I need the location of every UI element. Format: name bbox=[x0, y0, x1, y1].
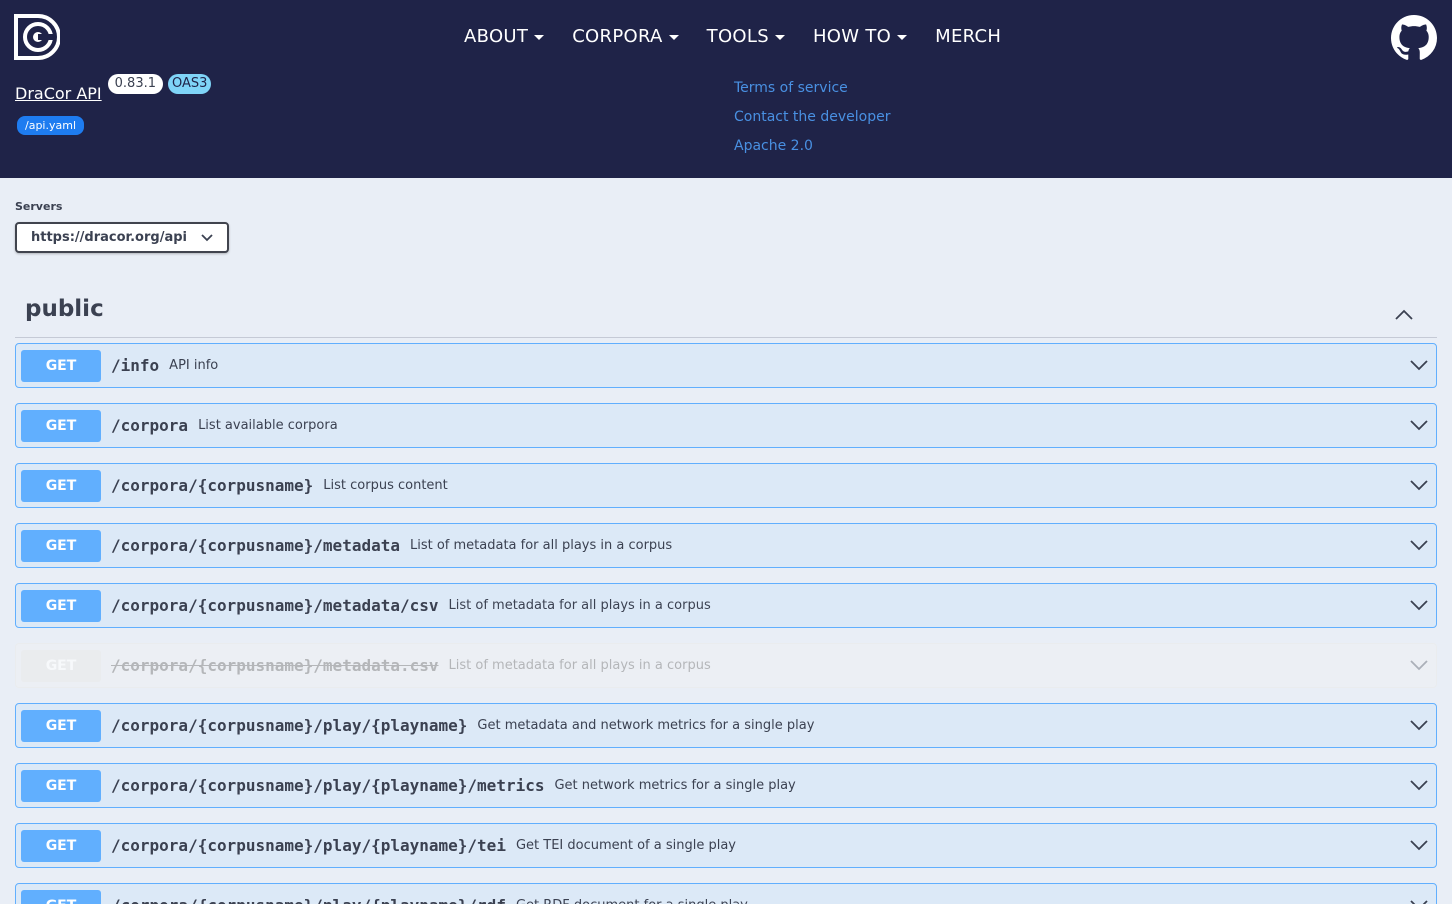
chevron-down-icon[interactable] bbox=[1410, 538, 1428, 552]
caret-down-icon bbox=[774, 34, 785, 40]
nav-item-corpora[interactable]: CORPORA bbox=[572, 24, 679, 48]
chevron-down-icon[interactable] bbox=[1410, 838, 1428, 852]
main-nav: ABOUT CORPORA TOOLS HOW TO MERCH bbox=[464, 24, 1001, 48]
operations-list: GET/info API info GET/corpora List availabl… bbox=[15, 343, 1437, 904]
caret-down-icon bbox=[897, 34, 908, 40]
github-icon[interactable] bbox=[1391, 15, 1437, 61]
operation-summary: List of metadata for all plays in a corp… bbox=[409, 538, 673, 553]
nav-label: ABOUT bbox=[464, 25, 529, 47]
dracor-logo-icon[interactable] bbox=[14, 14, 60, 60]
chevron-down-icon[interactable] bbox=[1410, 358, 1428, 372]
nav-label: MERCH bbox=[935, 25, 1002, 47]
operation-summary: Get network metrics for a single play bbox=[554, 778, 796, 793]
caret-down-icon bbox=[534, 34, 545, 40]
terms-of-service-link[interactable]: Terms of service bbox=[734, 79, 890, 98]
operation-path: /corpora/{corpusname}/play/{playname} bbox=[111, 716, 468, 735]
operation-row[interactable]: GET/corpora/{corpusname}/metadata/csv Lis… bbox=[15, 583, 1437, 628]
operation-row[interactable]: GET/corpora/{corpusname}/metadata.csv Lis… bbox=[15, 643, 1437, 688]
operation-summary: List of metadata for all plays in a corp… bbox=[448, 598, 711, 613]
nav-label: HOW TO bbox=[812, 25, 892, 47]
operation-row[interactable]: GET/corpora List available corpora bbox=[15, 403, 1437, 448]
operation-summary: List corpus content bbox=[323, 478, 448, 493]
license-link[interactable]: Apache 2.0 bbox=[734, 137, 890, 156]
operation-path: /corpora/{corpusname}/play/{playname}/te… bbox=[111, 836, 506, 855]
nav-item-about[interactable]: ABOUT bbox=[464, 24, 545, 48]
top-bar: ABOUT CORPORA TOOLS HOW TO MERCH DraCor … bbox=[0, 0, 1452, 178]
chevron-down-icon[interactable] bbox=[1410, 778, 1428, 792]
servers-select[interactable]: https://dracor.org/api bbox=[15, 222, 229, 253]
chevron-down-icon[interactable] bbox=[1410, 658, 1428, 672]
api-title-row: DraCor API 0.83.1 OAS3 bbox=[15, 74, 212, 103]
operation-path: /corpora/{corpusname}/metadata.csv bbox=[111, 656, 439, 675]
operation-summary: List available corpora bbox=[198, 418, 338, 433]
chevron-down-icon[interactable] bbox=[1410, 718, 1428, 732]
nav-item-merch[interactable]: MERCH bbox=[935, 24, 1001, 48]
operation-summary: Get RDF document for a single play bbox=[516, 898, 748, 904]
spec-url-link[interactable]: /api.yaml bbox=[17, 116, 85, 135]
operation-summary: Get metadata and network metrics for a s… bbox=[477, 718, 815, 733]
operation-summary: List of metadata for all plays in a corp… bbox=[448, 658, 711, 673]
method-badge: GET bbox=[21, 529, 101, 562]
info-links: Terms of service Contact the developer A… bbox=[734, 79, 890, 156]
chevron-down-icon[interactable] bbox=[1410, 598, 1428, 612]
method-badge: GET bbox=[21, 889, 101, 904]
nav-label: CORPORA bbox=[572, 25, 663, 47]
operation-path: /corpora/{corpusname}/metadata bbox=[111, 536, 400, 555]
oas-badge: OAS3 bbox=[168, 74, 212, 94]
method-badge: GET bbox=[21, 769, 101, 802]
operation-row[interactable]: GET/corpora/{corpusname}/play/{playname}… bbox=[15, 823, 1437, 868]
operation-summary: Get TEI document of a single play bbox=[515, 838, 737, 853]
section-header-public[interactable]: public bbox=[15, 290, 1437, 338]
method-badge: GET bbox=[21, 829, 101, 862]
chevron-down-icon[interactable] bbox=[1410, 418, 1428, 432]
chevron-down-icon bbox=[201, 233, 213, 241]
method-badge: GET bbox=[21, 709, 101, 742]
nav-item-howto[interactable]: HOW TO bbox=[812, 24, 908, 48]
operation-path: /corpora bbox=[111, 416, 189, 435]
section-title: public bbox=[25, 296, 104, 322]
caret-down-icon bbox=[668, 34, 679, 40]
operation-row[interactable]: GET/corpora/{corpusname}/play/{playname}… bbox=[15, 703, 1437, 748]
operation-row[interactable]: GET/corpora/{corpusname}/play/{playname}… bbox=[15, 883, 1437, 904]
operation-path: /info bbox=[111, 356, 160, 375]
method-badge: GET bbox=[21, 469, 101, 502]
chevron-down-icon[interactable] bbox=[1410, 898, 1428, 904]
contact-developer-link[interactable]: Contact the developer bbox=[734, 108, 890, 127]
method-badge: GET bbox=[21, 649, 101, 682]
operation-path: /corpora/{corpusname}/metadata/csv bbox=[111, 596, 439, 615]
method-badge: GET bbox=[21, 409, 101, 442]
servers-selected-value: https://dracor.org/api bbox=[31, 230, 187, 245]
operation-summary: API info bbox=[169, 358, 219, 373]
method-badge: GET bbox=[21, 589, 101, 622]
operation-row[interactable]: GET/info API info bbox=[15, 343, 1437, 388]
chevron-down-icon[interactable] bbox=[1410, 478, 1428, 492]
servers-label: Servers bbox=[15, 200, 63, 213]
method-badge: GET bbox=[21, 349, 101, 382]
operation-path: /corpora/{corpusname} bbox=[111, 476, 314, 495]
api-title-link[interactable]: DraCor API bbox=[15, 84, 102, 103]
nav-label: TOOLS bbox=[706, 25, 769, 47]
chevron-up-icon[interactable] bbox=[1395, 308, 1413, 322]
operation-row[interactable]: GET/corpora/{corpusname} List corpus cont… bbox=[15, 463, 1437, 508]
version-badge: 0.83.1 bbox=[107, 74, 163, 94]
operation-row[interactable]: GET/corpora/{corpusname}/metadata List of… bbox=[15, 523, 1437, 568]
operation-path: /corpora/{corpusname}/play/{playname}/me… bbox=[111, 776, 545, 795]
operation-row[interactable]: GET/corpora/{corpusname}/play/{playname}… bbox=[15, 763, 1437, 808]
operation-path: /corpora/{corpusname}/play/{playname}/rd… bbox=[111, 896, 506, 904]
nav-item-tools[interactable]: TOOLS bbox=[707, 24, 785, 48]
